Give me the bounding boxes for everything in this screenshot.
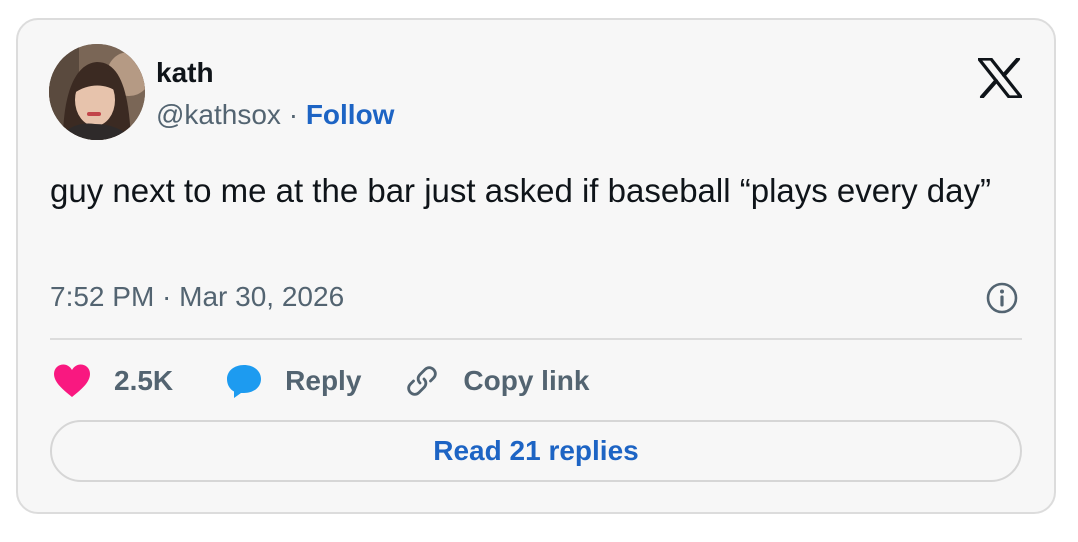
author-handle-row: @kathsox · Follow	[156, 98, 394, 132]
copy-link-label: Copy link	[463, 365, 590, 396]
read-replies-button[interactable]: Read 21 replies	[50, 420, 1022, 482]
avatar-photo	[49, 44, 145, 140]
heart-icon	[54, 364, 90, 397]
author-name[interactable]: kath	[156, 56, 214, 90]
reply-label: Reply	[285, 365, 362, 396]
action-bar: 2.5K Reply Copy link	[52, 360, 589, 402]
speech-bubble-icon	[227, 365, 262, 398]
tweet-text: guy next to me at the bar just asked if …	[50, 172, 991, 209]
avatar[interactable]	[49, 44, 145, 140]
like-count: 2.5K	[114, 365, 174, 396]
like-button[interactable]: 2.5K	[52, 363, 173, 399]
x-logo-icon[interactable]	[977, 57, 1023, 99]
info-icon[interactable]	[986, 282, 1018, 314]
tweet-card: kath @kathsox · Follow guy next to me at…	[16, 18, 1056, 514]
divider	[50, 338, 1022, 340]
author-handle[interactable]: @kathsox	[156, 99, 281, 130]
follow-button[interactable]: Follow	[306, 99, 395, 130]
tweet-timestamp[interactable]: 7:52 PM · Mar 30, 2026	[50, 280, 344, 314]
handle-separator: ·	[288, 99, 299, 130]
reply-button[interactable]: Reply	[225, 363, 361, 399]
copy-link-button[interactable]: Copy link	[405, 364, 589, 398]
link-icon	[407, 366, 438, 396]
